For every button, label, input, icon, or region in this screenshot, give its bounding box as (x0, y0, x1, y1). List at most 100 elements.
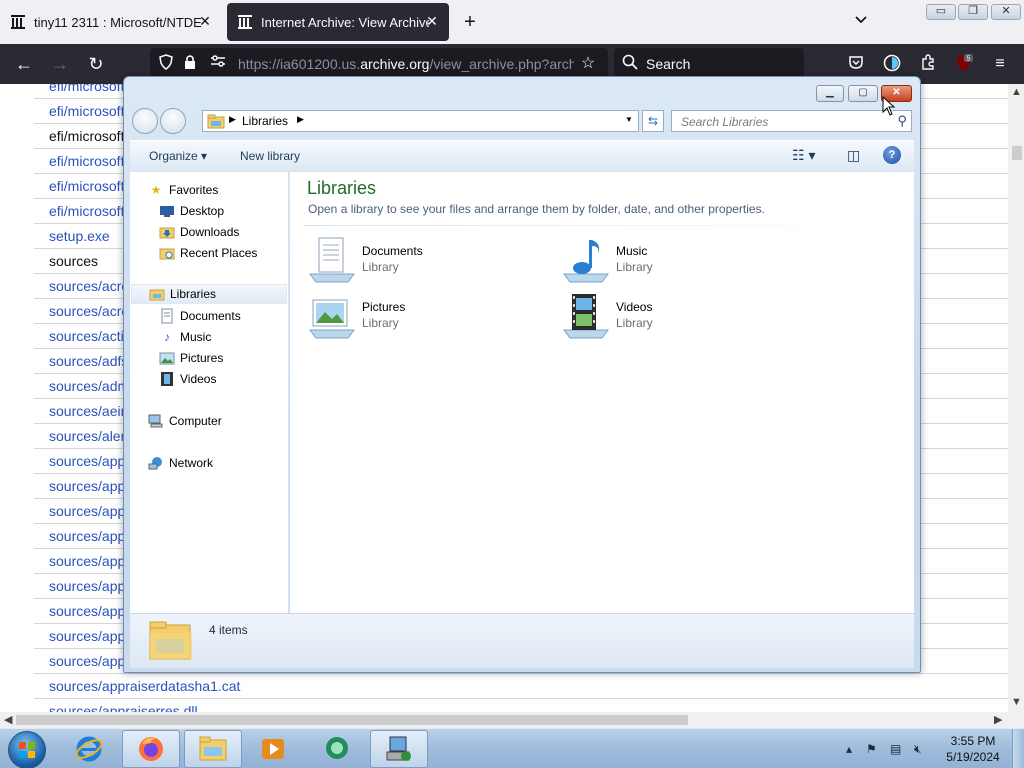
hamburger-menu-icon[interactable]: ≡ (990, 54, 1010, 74)
listing-row[interactable]: sources/appraiserdatasha1.cat (34, 674, 1008, 699)
explorer-minimize-button[interactable]: ▁ (816, 85, 844, 102)
taskbar-messenger[interactable] (308, 730, 366, 768)
search-icon (620, 54, 640, 74)
nav-favorites[interactable]: ★ Favorites (148, 180, 219, 200)
library-name: Documents (362, 244, 423, 258)
nav-label: Computer (169, 414, 222, 428)
library-type: Library (616, 260, 653, 274)
taskbar-firefox[interactable] (122, 730, 180, 768)
organize-button[interactable]: Organize ▾ (149, 149, 207, 163)
scroll-down-arrow-icon[interactable]: ▼ (1011, 696, 1022, 708)
close-window-button[interactable]: ✕ (991, 4, 1021, 20)
new-library-button[interactable]: New library (240, 149, 300, 163)
nav-label: Music (180, 330, 212, 344)
forward-arrow-icon[interactable]: → (48, 52, 72, 76)
magnifier-icon[interactable]: ⚲ (897, 113, 907, 129)
nav-videos[interactable]: Videos (159, 369, 216, 389)
explorer-forward-button[interactable] (160, 108, 186, 134)
search-placeholder: Search Libraries (681, 115, 769, 129)
tab-view-archive[interactable]: Internet Archive: View Archive ✕ (227, 3, 449, 41)
show-desktop-button[interactable] (1012, 729, 1024, 768)
organize-label: Organize (149, 149, 198, 163)
restore-window-button[interactable]: ❐ (958, 4, 988, 20)
nav-network[interactable]: Network (148, 453, 213, 473)
library-documents[interactable]: Documents Library (308, 236, 528, 284)
taskbar-setup-app[interactable] (370, 730, 428, 768)
new-tab-button[interactable]: + (458, 10, 482, 34)
page-horizontal-scrollbar[interactable]: ◀ ▶ (0, 712, 1024, 728)
nav-desktop[interactable]: Desktop (159, 201, 224, 221)
breadcrumb-arrow-icon[interactable]: ▶ (297, 114, 304, 125)
libraries-explorer-window[interactable]: ▁ ▢ ✕ ▶ Libraries ▶ ▼ ⇆ Search Libraries… (123, 76, 921, 673)
scrollbar-thumb[interactable] (16, 715, 688, 725)
listing-row[interactable]: sources/appraiserres.dll (34, 699, 1008, 712)
help-icon[interactable]: ? (883, 146, 901, 164)
close-tab-icon[interactable]: ✕ (423, 13, 441, 30)
site-permissions-icon[interactable] (208, 54, 228, 74)
chat-bubble-icon (326, 737, 348, 759)
system-clock[interactable]: 3:55 PM 5/19/2024 (940, 733, 1006, 765)
library-pictures[interactable]: Pictures Library (308, 292, 528, 340)
show-hidden-icons-arrow-icon[interactable]: ▴ (846, 742, 852, 756)
lock-icon[interactable] (180, 54, 200, 74)
tracking-protection-shield-icon[interactable] (156, 54, 176, 74)
taskbar-internet-explorer[interactable] (60, 730, 118, 768)
breadcrumb-libraries[interactable]: Libraries (242, 114, 288, 128)
film-strip-icon (159, 371, 175, 387)
list-all-tabs-chevron-icon[interactable] (854, 12, 868, 28)
nav-downloads[interactable]: Downloads (159, 222, 239, 242)
pocket-icon[interactable] (846, 54, 866, 74)
library-name: Videos (616, 300, 653, 314)
page-vertical-scrollbar[interactable]: ▲ ▼ (1008, 84, 1024, 712)
item-count: 4 items (209, 623, 248, 637)
archive-favicon-icon (237, 14, 253, 30)
change-view-icon[interactable]: ☷ ▾ (792, 147, 815, 164)
back-arrow-icon[interactable]: ← (12, 52, 36, 76)
scrollbar-thumb[interactable] (1012, 146, 1022, 160)
taskbar-media-player[interactable] (244, 730, 302, 768)
address-dropdown-icon[interactable]: ▼ (625, 115, 633, 124)
libraries-folder-icon (207, 113, 225, 132)
bookmark-star-icon[interactable]: ☆ (578, 54, 598, 74)
library-music[interactable]: Music Library (562, 236, 782, 284)
nav-recent-places[interactable]: Recent Places (159, 243, 257, 263)
nav-label: Downloads (180, 225, 240, 239)
address-bar[interactable]: ▶ Libraries ▶ ▼ (202, 110, 639, 132)
nav-libraries[interactable]: Libraries (131, 284, 287, 304)
minimize-window-button[interactable]: ▭ (926, 4, 956, 20)
nav-label: Pictures (180, 351, 224, 365)
tab-tiny11[interactable]: tiny11 2311 : Microsoft/NTDEV ✕ (0, 3, 222, 41)
explorer-back-button[interactable] (132, 108, 158, 134)
library-videos[interactable]: Videos Library (562, 292, 782, 340)
scroll-up-arrow-icon[interactable]: ▲ (1011, 86, 1022, 98)
volume-muted-icon[interactable]: 🔇︎ (914, 742, 922, 757)
nav-documents[interactable]: Documents (159, 306, 241, 326)
url-domain: archive.org (360, 56, 430, 72)
reload-icon[interactable]: ↻ (84, 52, 108, 76)
search-libraries-input[interactable]: Search Libraries ⚲ (671, 110, 912, 132)
pictures-icon (159, 350, 175, 366)
nav-pictures[interactable]: Pictures (159, 348, 223, 368)
page-title: Libraries (307, 178, 377, 198)
details-pane: 4 items (130, 613, 914, 668)
nav-music[interactable]: ♪ Music (159, 327, 211, 347)
account-sync-icon[interactable] (882, 54, 902, 74)
nav-computer[interactable]: Computer (148, 411, 222, 431)
extensions-puzzle-icon[interactable] (918, 54, 938, 74)
scroll-left-arrow-icon[interactable]: ◀ (4, 713, 12, 726)
ublock-origin-icon[interactable]: 5 (954, 54, 974, 74)
preview-pane-icon[interactable]: ◫ (847, 147, 860, 164)
taskbar-windows-explorer[interactable] (184, 730, 242, 768)
desktop-icon (159, 203, 175, 219)
title-divider (304, 225, 900, 226)
network-status-icon[interactable]: ▤ (890, 742, 901, 756)
close-tab-icon[interactable]: ✕ (196, 13, 214, 30)
action-center-flag-icon[interactable]: ⚑ (866, 742, 877, 756)
url-text[interactable]: https://ia601200.us.archive.org/view_arc… (238, 56, 574, 72)
breadcrumb-arrow-icon[interactable]: ▶ (229, 114, 236, 125)
explorer-maximize-button[interactable]: ▢ (848, 85, 878, 102)
start-orb-button[interactable] (8, 731, 46, 768)
refresh-icon[interactable]: ⇆ (642, 110, 664, 132)
computer-icon (148, 413, 164, 429)
scroll-right-arrow-icon[interactable]: ▶ (994, 713, 1002, 726)
